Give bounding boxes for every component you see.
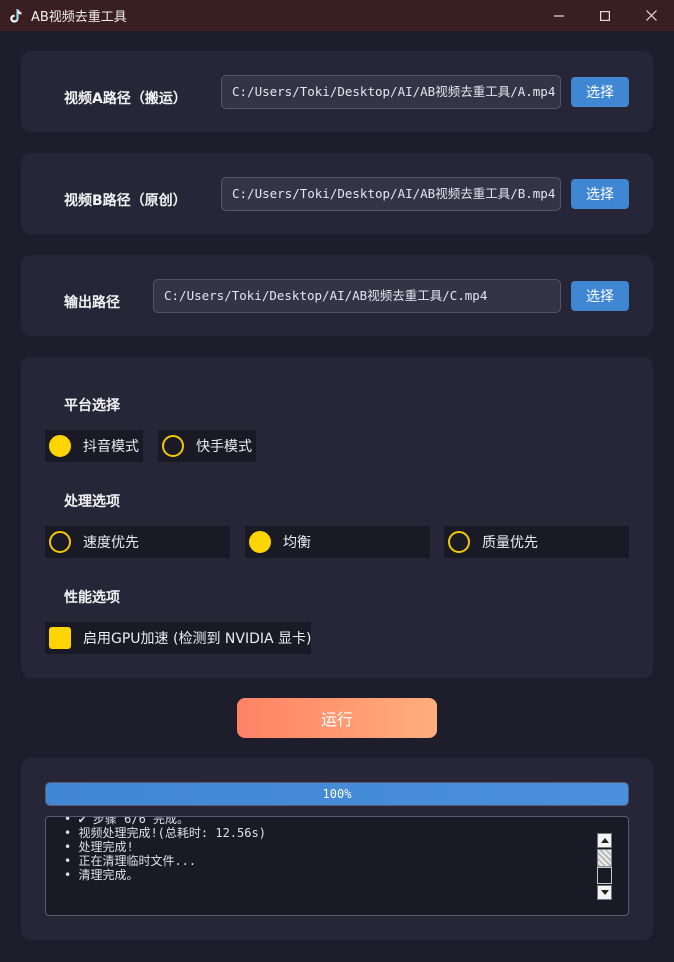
radio-selected-icon xyxy=(49,435,71,457)
minimize-button[interactable] xyxy=(536,0,582,31)
platform-option-kuaishou[interactable]: 快手模式 xyxy=(158,430,256,462)
scroll-up-button[interactable] xyxy=(597,833,612,848)
video-b-label: 视频B路径（原创） xyxy=(64,193,187,209)
option-label: 速度优先 xyxy=(83,535,139,551)
close-icon xyxy=(645,10,657,21)
progress-bar: 100% xyxy=(45,782,629,806)
option-label: 抖音模式 xyxy=(83,439,139,455)
window-title: AB视频去重工具 xyxy=(31,10,127,25)
gpu-acceleration-label: 启用GPU加速 (检测到 NVIDIA 显卡) xyxy=(83,631,312,647)
processing-heading: 处理选项 xyxy=(64,494,120,510)
log-scrollbar[interactable] xyxy=(597,833,613,901)
arrow-up-icon xyxy=(600,838,609,843)
radio-unselected-icon xyxy=(162,435,184,457)
output-card: 输出路径 C:/Users/Toki/Desktop/AI/AB视频去重工具/C… xyxy=(21,255,653,336)
option-label: 均衡 xyxy=(283,535,311,551)
scroll-down-button[interactable] xyxy=(597,885,612,900)
radio-selected-icon xyxy=(249,531,271,553)
output-path-input[interactable]: C:/Users/Toki/Desktop/AI/AB视频去重工具/C.mp4 xyxy=(153,279,561,313)
video-a-choose-button[interactable]: 选择 xyxy=(571,77,629,107)
log-line: • 清理完成。 xyxy=(64,868,139,882)
video-a-card: 视频A路径（搬运） C:/Users/Toki/Desktop/AI/AB视频去… xyxy=(21,51,653,132)
platform-option-douyin[interactable]: 抖音模式 xyxy=(45,430,143,462)
video-b-card: 视频B路径（原创） C:/Users/Toki/Desktop/AI/AB视频去… xyxy=(21,153,653,234)
option-label: 质量优先 xyxy=(482,535,538,551)
gpu-acceleration-checkbox[interactable]: 启用GPU加速 (检测到 NVIDIA 显卡) xyxy=(45,622,311,654)
video-a-path-input[interactable]: C:/Users/Toki/Desktop/AI/AB视频去重工具/A.mp4 xyxy=(221,75,561,109)
platform-heading: 平台选择 xyxy=(64,398,120,414)
close-button[interactable] xyxy=(628,0,674,31)
video-a-label: 视频A路径（搬运） xyxy=(64,91,187,107)
title-bar: AB视频去重工具 xyxy=(0,0,674,31)
log-output[interactable]: • ✔ 步骤 6/6 完成。 • 视频处理完成!(总耗时: 12.56s) • 处理… xyxy=(45,816,629,916)
output-choose-button[interactable]: 选择 xyxy=(571,281,629,311)
checkbox-checked-icon xyxy=(49,627,71,649)
performance-heading: 性能选项 xyxy=(64,590,120,606)
video-b-path-input[interactable]: C:/Users/Toki/Desktop/AI/AB视频去重工具/B.mp4 xyxy=(221,177,561,211)
scroll-track[interactable] xyxy=(597,867,612,884)
processing-option-balanced[interactable]: 均衡 xyxy=(245,526,430,558)
run-button[interactable]: 运行 xyxy=(237,698,437,738)
radio-unselected-icon xyxy=(448,531,470,553)
options-card: 平台选择 抖音模式 快手模式 处理选项 速度优先 均衡 质量优先 性能选项 启用… xyxy=(21,357,653,678)
log-line: • 正在清理临时文件... xyxy=(64,854,197,868)
log-line: • 处理完成! xyxy=(64,840,134,854)
maximize-icon xyxy=(600,10,610,21)
window-controls xyxy=(536,0,674,31)
processing-option-quality[interactable]: 质量优先 xyxy=(444,526,629,558)
output-label: 输出路径 xyxy=(64,295,120,311)
log-lines: • ✔ 步骤 6/6 完成。 • 视频处理完成!(总耗时: 12.56s) • 处理… xyxy=(64,816,594,882)
log-line: • 视频处理完成!(总耗时: 12.56s) xyxy=(64,826,266,840)
scroll-thumb[interactable] xyxy=(597,849,612,867)
tiktok-logo-icon xyxy=(9,8,23,23)
video-b-choose-button[interactable]: 选择 xyxy=(571,179,629,209)
progress-text: 100% xyxy=(322,787,352,801)
maximize-button[interactable] xyxy=(582,0,628,31)
option-label: 快手模式 xyxy=(196,439,252,455)
processing-option-speed[interactable]: 速度优先 xyxy=(45,526,230,558)
radio-unselected-icon xyxy=(49,531,71,553)
minimize-icon xyxy=(554,14,564,17)
log-line: • ✔ 步骤 6/6 完成。 xyxy=(64,816,190,826)
arrow-down-icon xyxy=(600,890,609,895)
